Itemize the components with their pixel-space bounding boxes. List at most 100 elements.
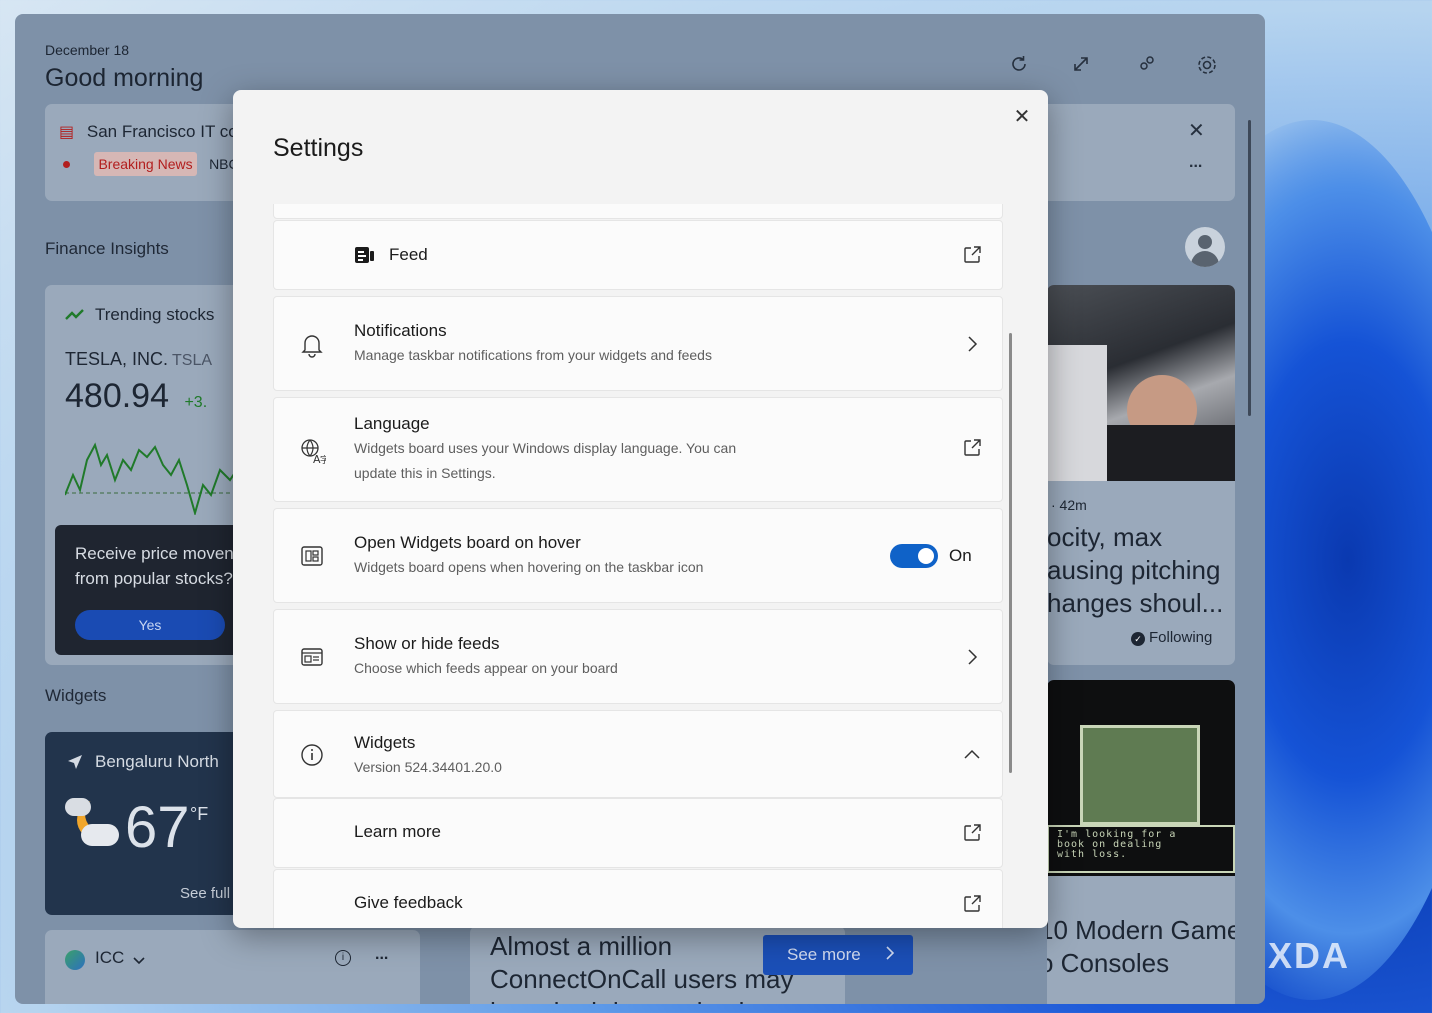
- settings-row-title: Open Widgets board on hover: [354, 533, 581, 552]
- location-arrow-icon: [67, 754, 83, 775]
- price-alert-prompt: Receive price moven from popular stocks?…: [55, 525, 255, 655]
- refresh-icon[interactable]: [1007, 54, 1031, 78]
- live-dot-icon: [63, 161, 70, 169]
- more-options-icon[interactable]: ...: [375, 946, 388, 964]
- hover-toggle[interactable]: [890, 544, 938, 568]
- story-title-line2: ausing pitching: [1047, 555, 1221, 585]
- xda-watermark: XDA: [1268, 935, 1351, 976]
- feeds-icon: [300, 645, 326, 671]
- trend-up-icon: [65, 307, 85, 326]
- story-title-line3: have had data stolen by: [490, 996, 793, 1004]
- story-photo: [1047, 285, 1235, 481]
- settings-row-widgets-version[interactable]: Widgets Version 524.34401.20.0: [273, 710, 1003, 798]
- settings-title: Settings: [273, 134, 364, 162]
- stock-ticker: TSLA: [172, 352, 213, 369]
- stock-name: TESLA, INC.: [65, 349, 169, 369]
- story-title-line1: ocity, max: [1047, 522, 1163, 552]
- icc-card[interactable]: ICC i ...: [45, 930, 420, 1004]
- settings-row-learn-more[interactable]: Learn more: [273, 798, 1003, 868]
- widgets-section-label: Widgets: [45, 686, 107, 705]
- settings-row-title: Notifications: [354, 321, 447, 340]
- gear-icon[interactable]: [1195, 54, 1219, 78]
- news-headline: San Francisco IT co: [86, 122, 238, 141]
- story-title-line3: hanges shoul...: [1047, 588, 1224, 618]
- board-greeting: Good morning: [45, 64, 204, 92]
- see-full-forecast-link[interactable]: See full: [180, 885, 230, 902]
- settings-row-description: Manage taskbar notifications from your w…: [354, 347, 712, 363]
- partly-cloudy-night-icon: [63, 794, 123, 850]
- profile-avatar-icon[interactable]: [1185, 227, 1225, 267]
- settings-dialog: Settings ✕ Feed Notifications Manage tas…: [233, 90, 1048, 928]
- board-scrollbar[interactable]: [1248, 120, 1251, 416]
- more-options-icon[interactable]: ...: [1189, 154, 1202, 172]
- external-link-icon: [962, 438, 982, 458]
- expand-icon[interactable]: [1069, 54, 1093, 78]
- following-check-icon: ✓: [1131, 632, 1145, 646]
- settings-row-language[interactable]: A字 Language Widgets board uses your Wind…: [273, 397, 1003, 502]
- settings-row-title: Language: [354, 414, 430, 433]
- prompt-text-line1: Receive price moven: [75, 544, 234, 563]
- chevron-up-icon: [962, 745, 982, 765]
- people-icon[interactable]: [1136, 54, 1160, 78]
- settings-row-previous: [273, 204, 1003, 219]
- story-title-line2: o Consoles: [1047, 948, 1170, 978]
- settings-row-description: Choose which feeds appear on your board: [354, 660, 618, 676]
- settings-scrollbar[interactable]: [1009, 333, 1012, 773]
- stock-change: +3.: [184, 394, 208, 411]
- chevron-right-icon: [962, 334, 982, 354]
- settings-row-title: Feed: [389, 245, 428, 264]
- see-more-label: See more: [787, 945, 861, 964]
- game-caption-line3: with loss.: [1057, 849, 1128, 860]
- toggle-knob: [918, 548, 934, 564]
- settings-row-feed[interactable]: Feed: [273, 220, 1003, 290]
- close-icon[interactable]: ✕: [1009, 104, 1035, 130]
- info-icon: [300, 743, 326, 769]
- info-icon[interactable]: i: [335, 950, 351, 966]
- settings-row-notifications[interactable]: Notifications Manage taskbar notificatio…: [273, 296, 1003, 391]
- story-title-line1: 10 Modern Games Made for: [1047, 915, 1235, 945]
- breaking-news-tag: Breaking News: [94, 152, 197, 176]
- settings-row-description: Widgets board uses your Windows display …: [354, 440, 737, 481]
- feed-icon: [354, 245, 376, 267]
- board-date: December 18: [45, 42, 130, 58]
- settings-row-description: Widgets board opens when hovering on the…: [354, 559, 704, 575]
- see-more-button[interactable]: See more: [763, 935, 913, 975]
- chevron-right-icon: [962, 647, 982, 667]
- chevron-down-icon[interactable]: [133, 952, 145, 970]
- toggle-state-label: On: [949, 546, 972, 565]
- story-title-line1: Almost a million: [490, 931, 673, 961]
- settings-row-title: Give feedback: [354, 893, 463, 912]
- story-title-line2: ConnectOnCall users may: [490, 964, 794, 994]
- prompt-text-line2: from popular stocks?: [75, 569, 233, 588]
- chevron-right-icon: [885, 945, 895, 964]
- close-icon[interactable]: ✕: [1188, 118, 1205, 143]
- story-card-pitching[interactable]: · 42m ocity, max ausing pitching hanges …: [1047, 285, 1235, 665]
- weather-temperature: 67: [125, 795, 190, 860]
- settings-row-give-feedback[interactable]: Give feedback: [273, 869, 1003, 928]
- story-card-games[interactable]: I'm looking for a book on dealing with l…: [1047, 680, 1235, 1004]
- weather-unit: °F: [190, 804, 209, 824]
- yes-button[interactable]: Yes: [75, 610, 225, 640]
- language-icon: A字: [300, 438, 329, 466]
- settings-row-title: Widgets: [354, 733, 416, 752]
- news-icon: ▤: [59, 124, 75, 141]
- settings-row-show-hide-feeds[interactable]: Show or hide feeds Choose which feeds ap…: [273, 609, 1003, 704]
- icc-logo-icon: [65, 950, 85, 970]
- finance-insights-label: Finance Insights: [45, 239, 169, 258]
- external-link-icon: [962, 245, 982, 265]
- stock-price: 480.94: [65, 377, 169, 415]
- settings-row-title: Learn more: [354, 822, 441, 841]
- trending-stocks-title: Trending stocks: [95, 305, 215, 324]
- settings-row-open-on-hover[interactable]: Open Widgets board on hover Widgets boar…: [273, 508, 1003, 603]
- game-screenshot: I'm looking for a book on dealing with l…: [1047, 680, 1235, 876]
- stock-sparkline: [65, 442, 255, 515]
- settings-row-description: Version 524.34401.20.0: [354, 759, 502, 775]
- settings-list: Feed Notifications Manage taskbar notifi…: [273, 204, 1003, 928]
- trending-stocks-card[interactable]: Trending stocks TESLA, INC. TSLA 480.94 +…: [45, 285, 255, 665]
- icc-label: ICC: [95, 948, 125, 967]
- weather-card[interactable]: Bengaluru North 67 °F See full: [45, 732, 255, 915]
- following-label[interactable]: Following: [1149, 629, 1212, 646]
- weather-location: Bengaluru North: [95, 752, 219, 771]
- story-meta: · 42m: [1051, 497, 1087, 513]
- external-link-icon: [962, 894, 982, 914]
